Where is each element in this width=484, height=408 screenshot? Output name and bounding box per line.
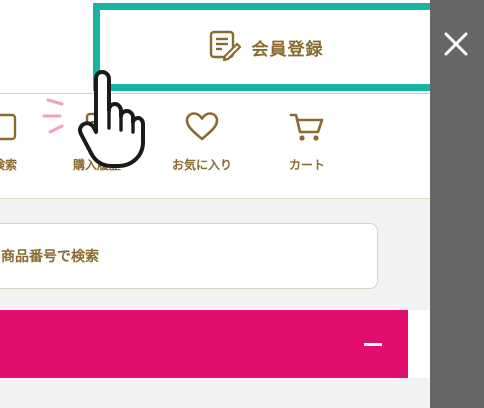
member-register-label: 会員登録 [251,39,324,60]
close-icon [438,32,474,66]
nav-label-search: 検索 [0,158,17,172]
menu-footer-area [0,378,430,408]
register-form-icon [208,29,242,65]
menu-header: 会員登録 [0,0,438,94]
nav-item-history[interactable]: 購入履歴 [52,94,142,196]
nav-label-history: 購入履歴 [72,158,121,172]
close-button[interactable] [438,26,474,62]
menu-panel: 会員登録 検索 購入履歴 [0,0,438,408]
icon-nav: 検索 購入履歴 お気に入り [0,94,430,196]
member-register-button[interactable]: 会員登録 [93,3,438,91]
search-icon [0,110,25,148]
heart-icon [182,110,222,148]
nav-label-cart: カート [288,158,325,172]
history-icon [77,110,117,148]
accordion-bar[interactable] [0,310,408,378]
nav-item-search[interactable]: 検索 [0,94,50,196]
search-placeholder: 商品番号で検索 [1,249,99,265]
nav-label-favorites: お気に入り [171,158,232,172]
product-number-search-input[interactable]: 商品番号で検索 [0,223,378,289]
cart-icon [287,110,327,148]
collapse-icon[interactable] [364,343,382,346]
nav-item-favorites[interactable]: お気に入り [157,94,247,196]
search-area: 商品番号で検索 [0,198,430,310]
nav-item-cart[interactable]: カート [262,94,352,196]
